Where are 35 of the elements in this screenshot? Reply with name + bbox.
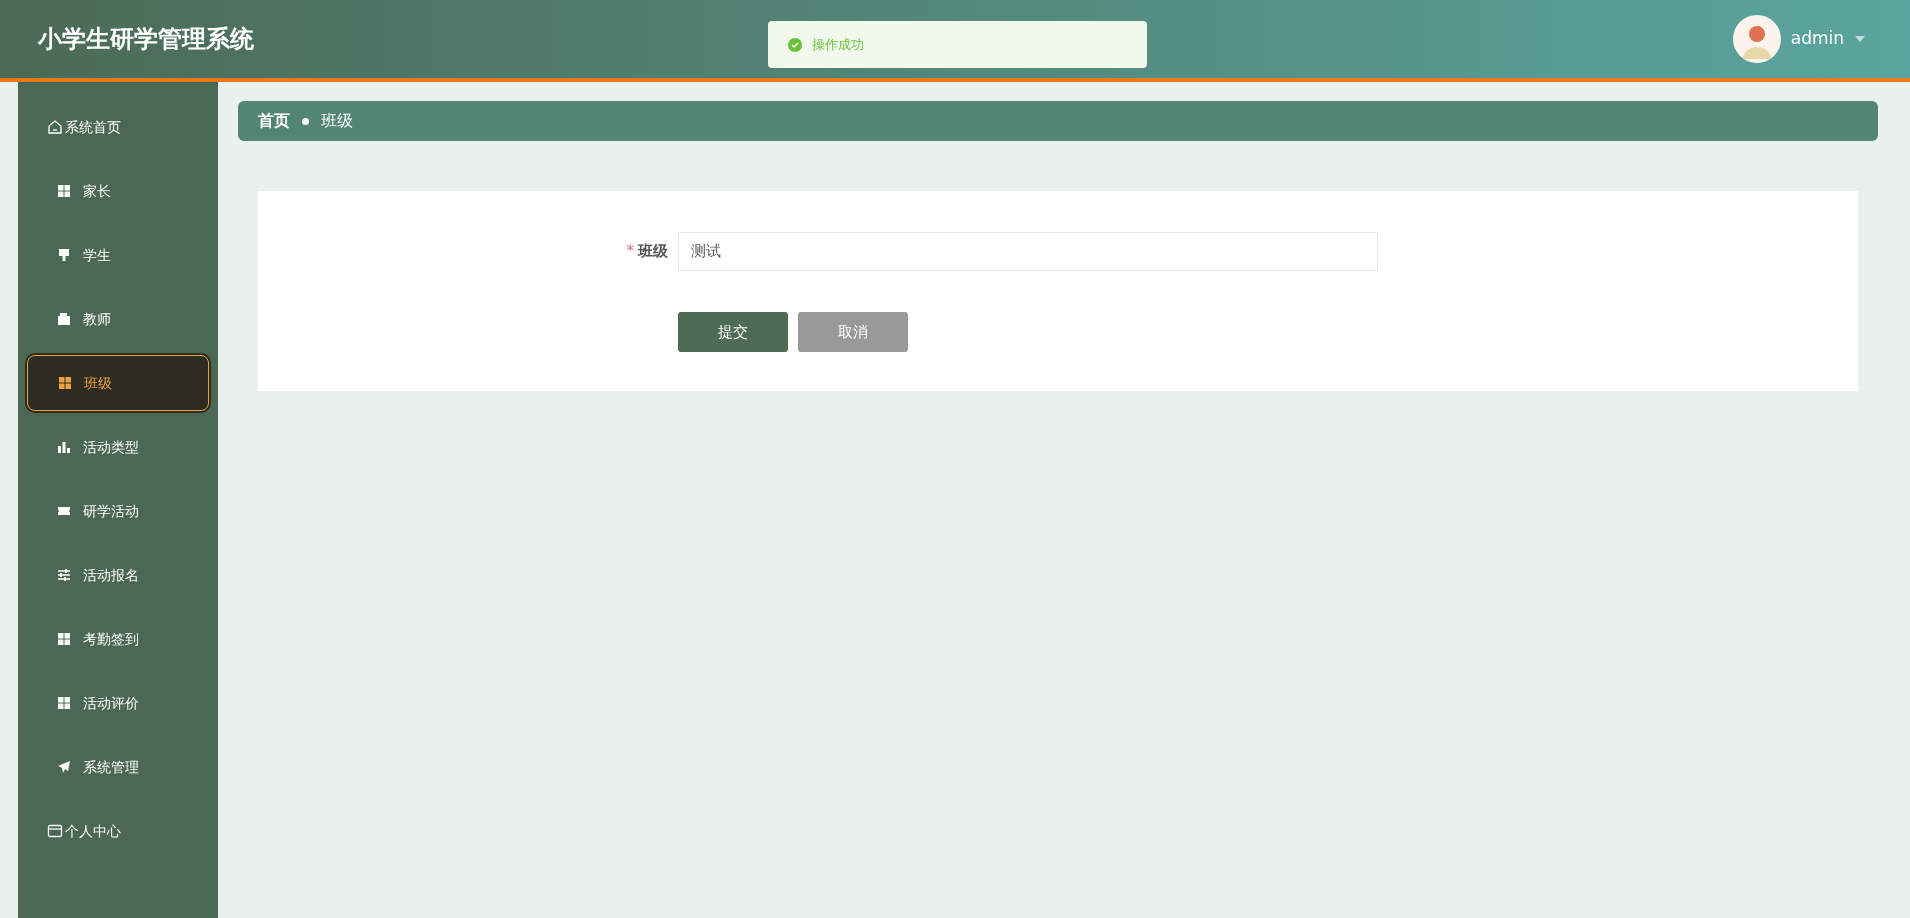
ticket-icon (57, 504, 71, 518)
menu-item[interactable]: 教师 (27, 291, 209, 347)
input-field[interactable]: 测试 (678, 232, 1378, 271)
grid-icon (57, 632, 71, 646)
paper-plane-icon (57, 760, 71, 774)
menu-item[interactable]: 家长 (27, 163, 209, 219)
app-title: 小学生研学管理系统 (38, 24, 254, 55)
caret-icon[interactable] (1854, 35, 1866, 43)
required-mark: * (626, 241, 634, 263)
bar-chart-icon (57, 440, 71, 454)
success-icon (788, 37, 802, 52)
home-icon (47, 119, 63, 135)
grid-icon (57, 696, 71, 710)
wallet-icon (57, 312, 71, 326)
menu-item[interactable]: 研学活动 (27, 483, 209, 539)
toast-message: 操作成功 (812, 35, 864, 54)
menu-item[interactable]: 活动评价 (27, 675, 209, 731)
submit-button[interactable]: 提交 (678, 312, 788, 352)
menu-item[interactable]: 考勤签到 (27, 611, 209, 667)
menu-item[interactable]: 活动报名 (27, 547, 209, 603)
menu-item[interactable]: 系统首页 (27, 99, 209, 155)
menu-item[interactable]: 个人中心 (27, 803, 209, 859)
breadcrumb-link[interactable]: 班级 (321, 109, 353, 133)
grid-icon (58, 376, 72, 390)
avatar (1732, 15, 1781, 63)
breadcrumb-link[interactable]: 首页 (258, 109, 290, 133)
menu-item[interactable]: 班级 (27, 355, 209, 411)
grid-icon (57, 184, 71, 198)
menu-item[interactable]: 学生 (27, 227, 209, 283)
menu-item[interactable]: 系统管理 (27, 739, 209, 795)
card-icon (47, 823, 63, 839)
field-label: 班级 (638, 241, 668, 263)
sliders-icon (57, 568, 71, 582)
brush-icon (57, 248, 71, 262)
menu-item[interactable]: 活动类型 (27, 419, 209, 475)
